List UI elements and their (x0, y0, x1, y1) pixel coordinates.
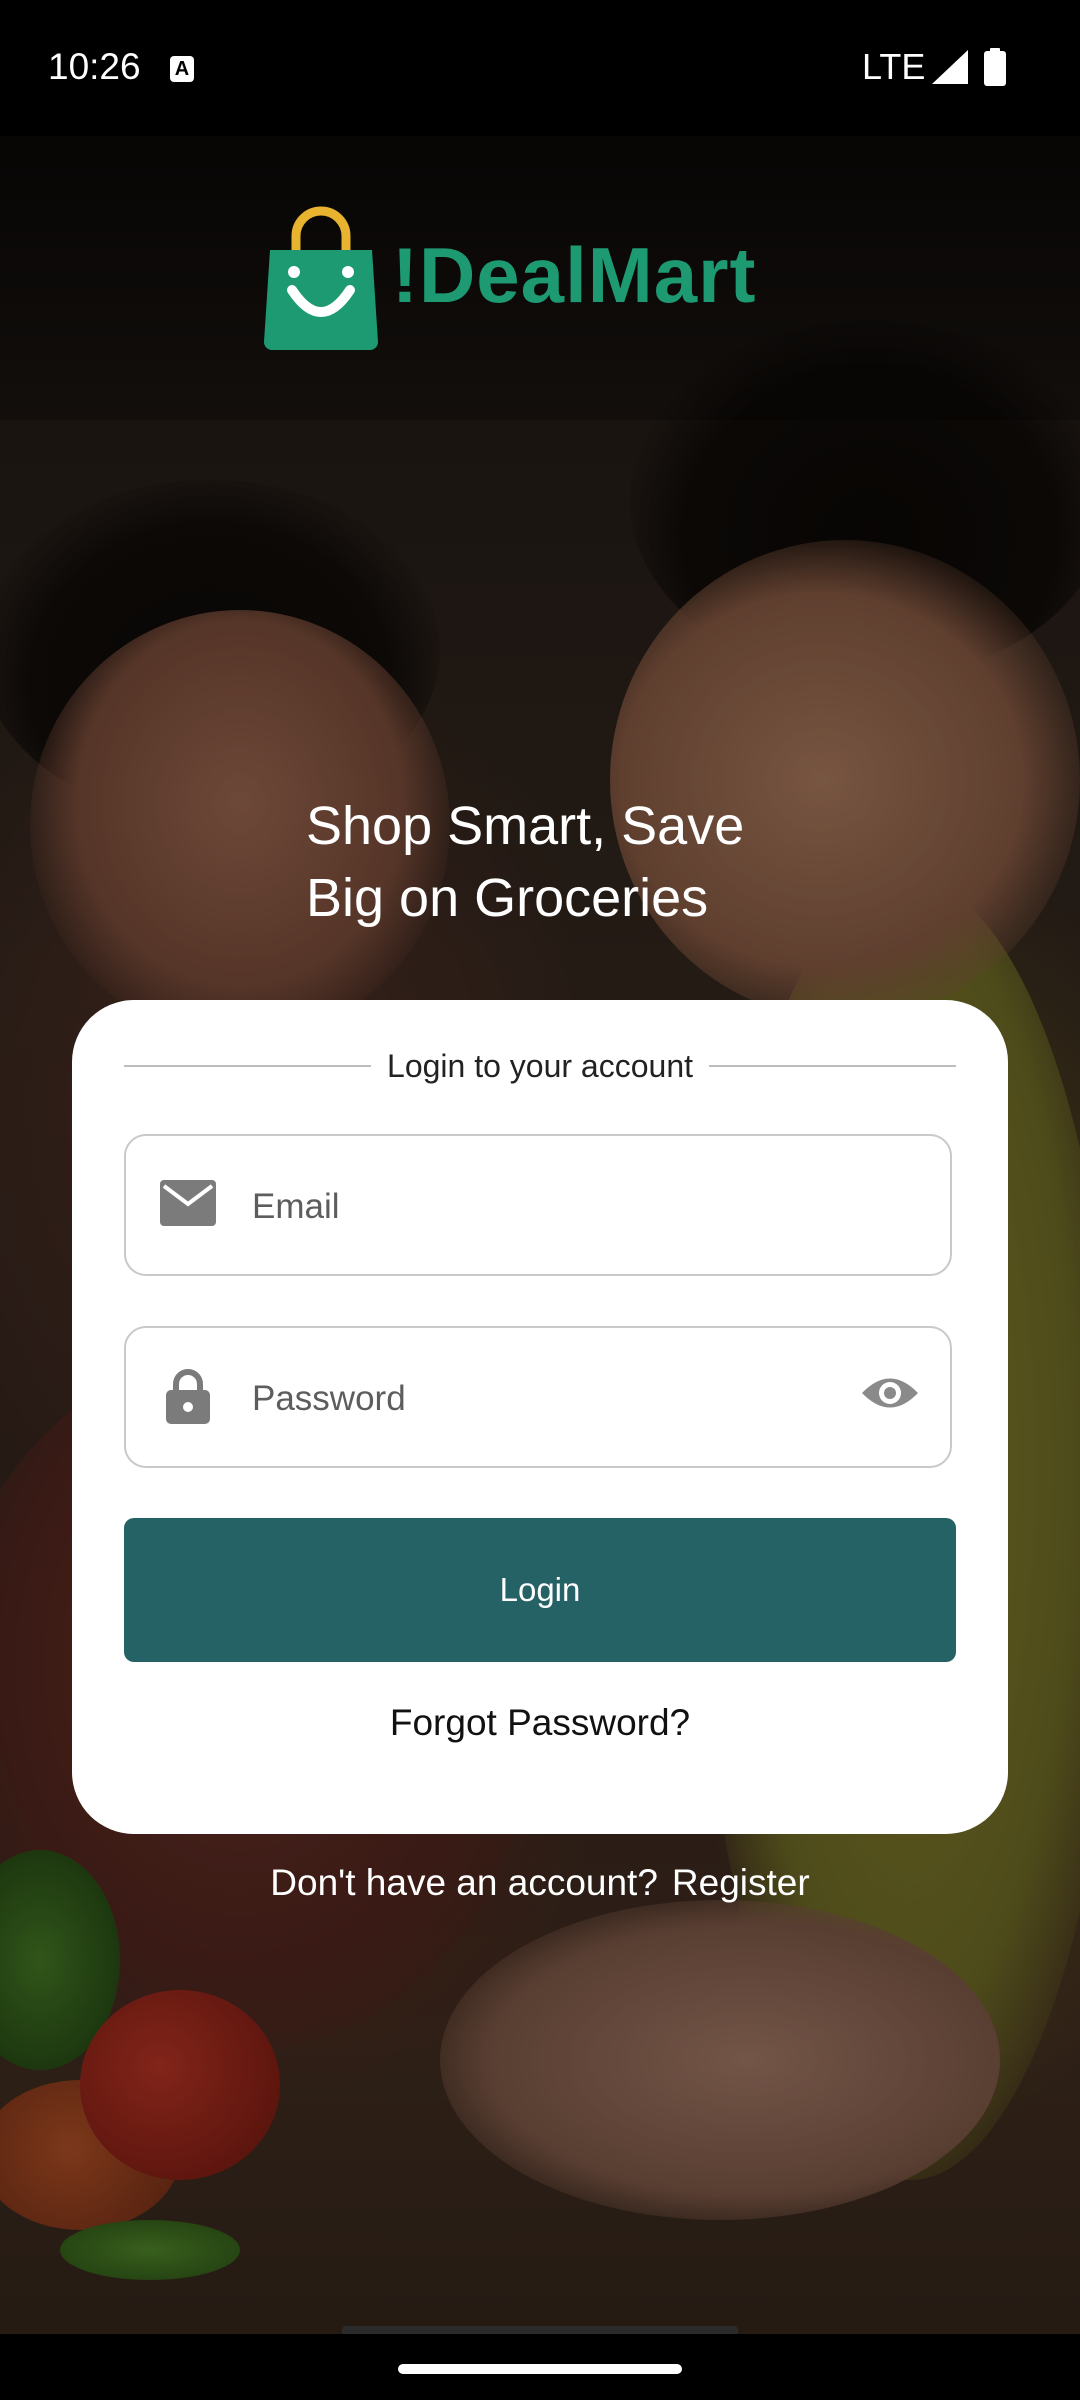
forgot-password-link[interactable]: Forgot Password? (72, 1702, 1008, 1744)
register-link[interactable]: Register (672, 1862, 810, 1903)
password-input[interactable] (250, 1358, 814, 1440)
lock-icon (166, 1369, 210, 1424)
shopping-bag-smile-icon (264, 206, 378, 350)
network-type: LTE (862, 46, 926, 87)
navigation-bar (0, 2326, 1080, 2400)
divider-right (709, 1065, 957, 1067)
brand-logo: !DealMart (262, 200, 832, 350)
hero-tagline: Shop Smart, Save Big on Groceries (306, 790, 926, 934)
status-time: 10:26 (48, 46, 141, 87)
divider-left (124, 1065, 372, 1067)
mail-icon (160, 1180, 216, 1226)
login-heading: Login to your account (387, 1047, 693, 1084)
login-heading-row: Login to your account (124, 1046, 957, 1086)
eye-icon[interactable] (860, 1372, 920, 1414)
password-field[interactable] (124, 1326, 952, 1468)
home-indicator[interactable] (398, 2364, 682, 2374)
login-screen: 10:26 A LTE !DealMart Shop Smart, Save B… (0, 0, 1080, 2400)
brand-name: !DealMart (392, 231, 757, 319)
email-field[interactable] (124, 1134, 952, 1276)
tagline-line-2: Big on Groceries (306, 868, 709, 928)
email-input[interactable] (250, 1166, 814, 1248)
login-card: Login to your account Login (72, 1000, 1008, 1834)
login-button[interactable]: Login (124, 1518, 956, 1662)
tagline-line-1: Shop Smart, Save (306, 796, 745, 856)
register-row: Don't have an account? Register (0, 1862, 1080, 1904)
notification-a-icon: A (170, 56, 194, 82)
status-bar: 10:26 A LTE (0, 0, 1080, 136)
signal-icon (932, 50, 968, 84)
battery-icon (984, 48, 1006, 86)
register-prompt: Don't have an account? (270, 1862, 658, 1903)
